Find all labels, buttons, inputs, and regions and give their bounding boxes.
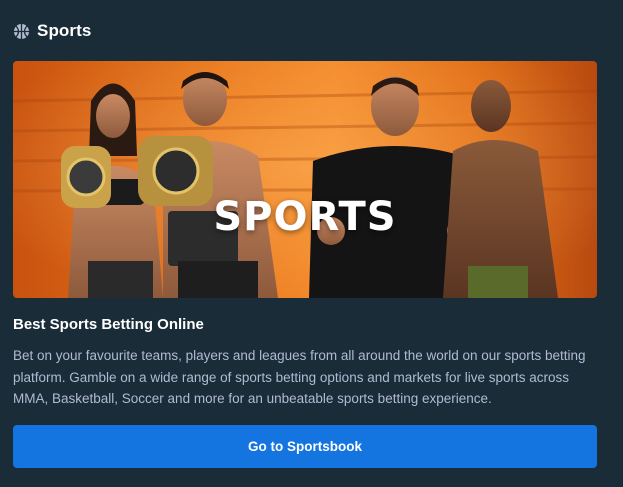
content-description: Bet on your favourite teams, players and… xyxy=(13,348,586,406)
go-to-sportsbook-button[interactable]: Go to Sportsbook xyxy=(13,425,597,468)
section-title: Sports xyxy=(37,21,92,40)
basketball-icon xyxy=(13,23,30,40)
section-header: Sports xyxy=(13,20,91,42)
content-heading: Best Sports Betting Online xyxy=(13,316,204,333)
sports-banner-image[interactable]: SPORTS xyxy=(13,61,597,298)
sports-card: Sports SPORTS Best Sports Betting Online… xyxy=(0,0,623,487)
banner-title: SPORTS xyxy=(213,194,397,240)
